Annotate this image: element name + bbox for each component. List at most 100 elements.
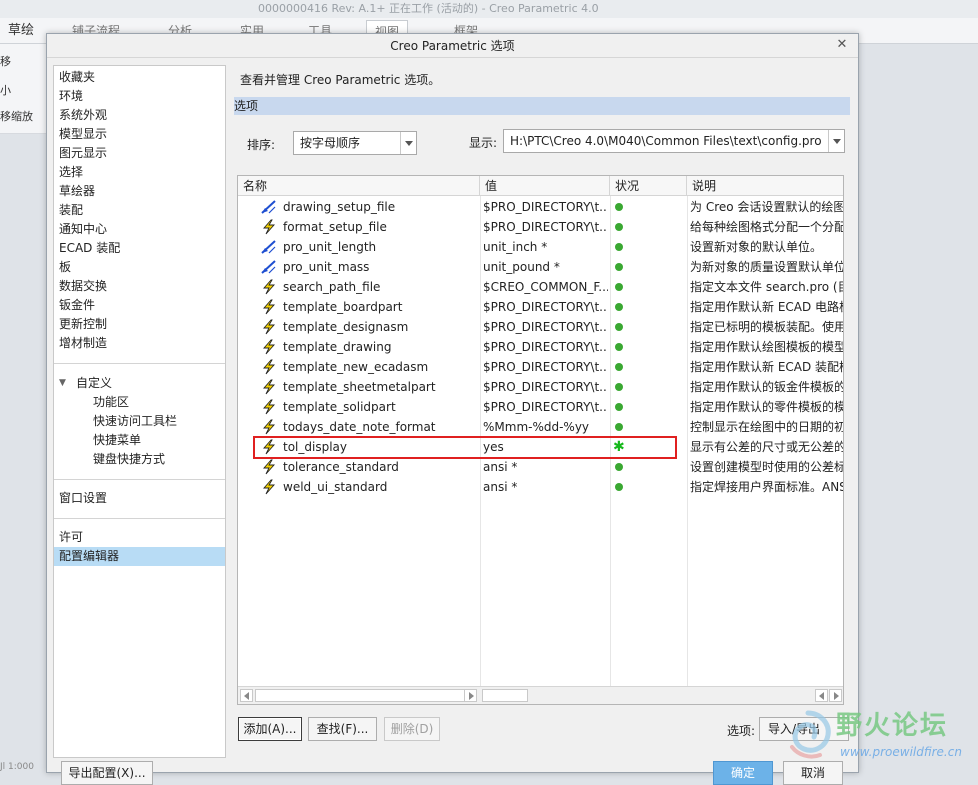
nav-data-exchange[interactable]: 数据交换 xyxy=(54,277,225,296)
option-value: $PRO_DIRECTORY\t... xyxy=(483,300,608,314)
nav-selection[interactable]: 选择 xyxy=(54,163,225,182)
option-value: $PRO_DIRECTORY\t... xyxy=(483,400,608,414)
ribbon-left-label-2[interactable]: 移缩放 xyxy=(0,108,33,124)
table-row[interactable]: pro_unit_mass unit_pound * 为新对象的质量设置默认单位 xyxy=(238,257,843,277)
scroll-left-icon[interactable] xyxy=(815,689,828,702)
lightning-icon xyxy=(260,419,278,435)
table-row[interactable]: template_drawing $PRO_DIRECTORY\t... 指定用作默… xyxy=(238,337,843,357)
nav-ecad-assembly[interactable]: ECAD 装配 xyxy=(54,239,225,258)
table-row[interactable]: tol_display yes ✱ 显示有公差的尺寸或无公差的 xyxy=(238,437,843,457)
nav-board[interactable]: 板 xyxy=(54,258,225,277)
caret-down-icon[interactable]: ▼ xyxy=(59,374,66,393)
option-description: 设置创建模型时使用的公差标 xyxy=(690,460,844,474)
scroll-right-icon[interactable] xyxy=(464,689,477,702)
table-row[interactable]: template_sheetmetalpart $PRO_DIRECTORY\t.… xyxy=(238,377,843,397)
option-name: template_new_ecadasm xyxy=(283,360,429,374)
table-row[interactable]: search_path_file $CREO_COMMON_F... 指定文本文件 … xyxy=(238,277,843,297)
nav-environment[interactable]: 环境 xyxy=(54,87,225,106)
nav-additive-manufacturing[interactable]: 增材制造 xyxy=(54,334,225,353)
ok-button[interactable]: 确定 xyxy=(713,761,773,785)
add-button[interactable]: 添加(A)... xyxy=(238,717,302,741)
ribbon-left-label-1[interactable]: 小 xyxy=(0,82,11,98)
status-dot-icon xyxy=(615,483,623,491)
scroll-thumb[interactable] xyxy=(482,689,528,702)
nav-license[interactable]: 许可 xyxy=(54,528,225,547)
export-config-button[interactable]: 导出配置(X)... xyxy=(61,761,153,785)
nav-system-appearance[interactable]: 系统外观 xyxy=(54,106,225,125)
lightning-icon xyxy=(260,299,278,315)
ribbon-left-label-0[interactable]: 移 xyxy=(0,53,11,69)
pen-icon xyxy=(260,259,278,275)
column-status[interactable]: 状况 xyxy=(610,176,687,196)
column-description[interactable]: 说明 xyxy=(687,176,843,196)
nav-quick-access-toolbar[interactable]: 快速访问工具栏 xyxy=(54,412,225,431)
option-name: template_designasm xyxy=(283,320,409,334)
table-row[interactable]: tolerance_standard ansi * 设置创建模型时使用的公差标 xyxy=(238,457,843,477)
lightning-icon xyxy=(260,379,278,395)
table-row[interactable]: template_boardpart $PRO_DIRECTORY\t... 指定用… xyxy=(238,297,843,317)
table-row[interactable]: format_setup_file $PRO_DIRECTORY\t... 给每种绘… xyxy=(238,217,843,237)
table-row[interactable]: template_designasm $PRO_DIRECTORY\t... 指定已… xyxy=(238,317,843,337)
nav-sheetmetal[interactable]: 钣金件 xyxy=(54,296,225,315)
show-dropdown[interactable]: H:\PTC\Creo 4.0\M040\Common Files\text\c… xyxy=(503,129,845,153)
scroll-right-icon[interactable] xyxy=(829,689,842,702)
table-row[interactable]: template_solidpart $PRO_DIRECTORY\t... 指定用… xyxy=(238,397,843,417)
app-title: 0000000416 Rev: A.1+ 正在工作 (活动的) - Creo P… xyxy=(258,2,599,15)
lightning-icon xyxy=(260,319,278,335)
sort-dropdown[interactable]: 按字母顺序 xyxy=(293,131,417,155)
table-row[interactable]: pro_unit_length unit_inch * 设置新对象的默认单位。 xyxy=(238,237,843,257)
nav-config-editor[interactable]: 配置编辑器 xyxy=(54,547,225,566)
scroll-track-name[interactable] xyxy=(255,689,477,702)
delete-button[interactable]: 删除(D) xyxy=(384,717,440,741)
nav-ribbon[interactable]: 功能区 xyxy=(54,393,225,412)
column-name[interactable]: 名称 xyxy=(238,176,480,196)
pen-icon xyxy=(260,199,278,215)
option-value: $CREO_COMMON_F... xyxy=(483,280,608,294)
status-dot-icon xyxy=(615,263,623,271)
option-description: 显示有公差的尺寸或无公差的 xyxy=(690,440,844,454)
status-dot-icon xyxy=(615,243,623,251)
status-fragment: Jl 1:000 xyxy=(0,762,34,772)
show-label: 显示: xyxy=(469,136,498,150)
nav-favorites[interactable]: 收藏夹 xyxy=(54,68,225,87)
table-row[interactable]: weld_ui_standard ansi * 指定焊接用户界面标准。ANS xyxy=(238,477,843,497)
dialog-title: Creo Parametric 选项 xyxy=(47,34,858,58)
close-icon[interactable]: ✕ xyxy=(834,37,850,53)
nav-entity-display[interactable]: 图元显示 xyxy=(54,144,225,163)
nav-sketcher[interactable]: 草绘器 xyxy=(54,182,225,201)
lightning-icon xyxy=(260,279,278,295)
status-dot-icon xyxy=(615,303,623,311)
column-value[interactable]: 值 xyxy=(480,176,610,196)
option-name: tol_display xyxy=(283,440,347,454)
nav-update-control[interactable]: 更新控制 xyxy=(54,315,225,334)
nav-assembly[interactable]: 装配 xyxy=(54,201,225,220)
horizontal-scrollbar[interactable] xyxy=(238,686,843,704)
nav-shortcut-menus[interactable]: 快捷菜单 xyxy=(54,431,225,450)
sort-value: 按字母顺序 xyxy=(300,136,361,150)
ribbon-tab-sketch[interactable]: 草绘 xyxy=(0,20,42,42)
nav-window-settings[interactable]: 窗口设置 xyxy=(54,489,225,508)
option-value: $PRO_DIRECTORY\t... xyxy=(483,220,608,234)
option-description: 指定用作默认的零件模板的模 xyxy=(690,400,844,414)
option-description: 指定用作默认新 ECAD 电路板 xyxy=(690,300,844,314)
find-button[interactable]: 查找(F)... xyxy=(308,717,377,741)
chevron-down-icon[interactable] xyxy=(400,132,416,154)
nav-notification-center[interactable]: 通知中心 xyxy=(54,220,225,239)
status-dot-icon xyxy=(615,223,623,231)
scroll-left-icon[interactable] xyxy=(240,689,253,702)
pen-icon xyxy=(260,239,278,255)
nav-model-display[interactable]: 模型显示 xyxy=(54,125,225,144)
table-row[interactable]: drawing_setup_file $PRO_DIRECTORY\t... 为 C… xyxy=(238,197,843,217)
table-row[interactable]: todays_date_note_format %Mmm-%dd-%yy 控制显示在… xyxy=(238,417,843,437)
options-table: 名称 值 状况 说明 drawing_setup_file $PRO_DIRECT… xyxy=(237,175,844,705)
table-row[interactable]: template_new_ecadasm $PRO_DIRECTORY\t... 指… xyxy=(238,357,843,377)
chevron-down-icon[interactable] xyxy=(828,130,844,152)
category-nav: 收藏夹 环境 系统外观 模型显示 图元显示 选择 草绘器 装配 通知中心 ECA… xyxy=(53,65,226,758)
option-description: 指定文本文件 search.pro (目 xyxy=(690,280,844,294)
lightning-icon xyxy=(260,339,278,355)
option-description: 给每种绘图格式分配一个分配 xyxy=(690,220,844,234)
nav-customize-label: 自定义 xyxy=(76,376,113,390)
option-value: $PRO_DIRECTORY\t... xyxy=(483,320,608,334)
nav-customize-group[interactable]: ▼ 自定义 xyxy=(54,374,225,393)
nav-keyboard-shortcuts[interactable]: 键盘快捷方式 xyxy=(54,450,225,469)
